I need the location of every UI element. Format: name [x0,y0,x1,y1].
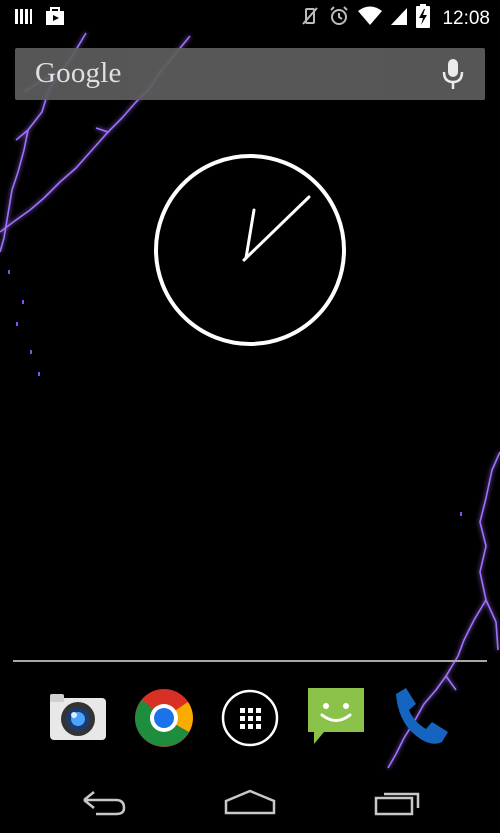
google-search-bar[interactable]: Google [15,48,485,100]
status-time: 12:08 [442,7,490,29]
vibrate-off-icon [300,5,320,32]
app-dock [0,684,500,754]
home-button[interactable] [218,786,282,822]
clock-face [154,154,346,346]
navigation-bar [0,774,500,833]
status-bar: 12:08 [0,0,500,33]
mic-icon[interactable] [441,58,465,95]
wifi-icon [358,6,383,31]
app-drawer-button[interactable] [218,684,282,752]
phone-app-icon[interactable] [390,684,454,752]
back-arrow-icon [80,788,128,821]
signal-bars-icon [14,7,32,30]
google-logo[interactable]: Google [35,57,122,90]
alarm-icon [328,5,350,32]
cell-signal-icon [390,6,408,31]
recents-button[interactable] [366,786,430,822]
back-button[interactable] [72,786,136,822]
chrome-app-icon[interactable] [132,684,196,752]
minute-hand [242,195,311,262]
home-icon [224,789,276,820]
analog-clock-widget[interactable] [152,152,348,348]
dock-divider [13,660,487,662]
play-store-bag-icon [44,6,66,31]
messaging-app-icon[interactable] [304,684,368,752]
recents-icon [374,788,422,821]
camera-app-icon[interactable] [46,684,110,752]
battery-charging-icon [416,4,431,33]
